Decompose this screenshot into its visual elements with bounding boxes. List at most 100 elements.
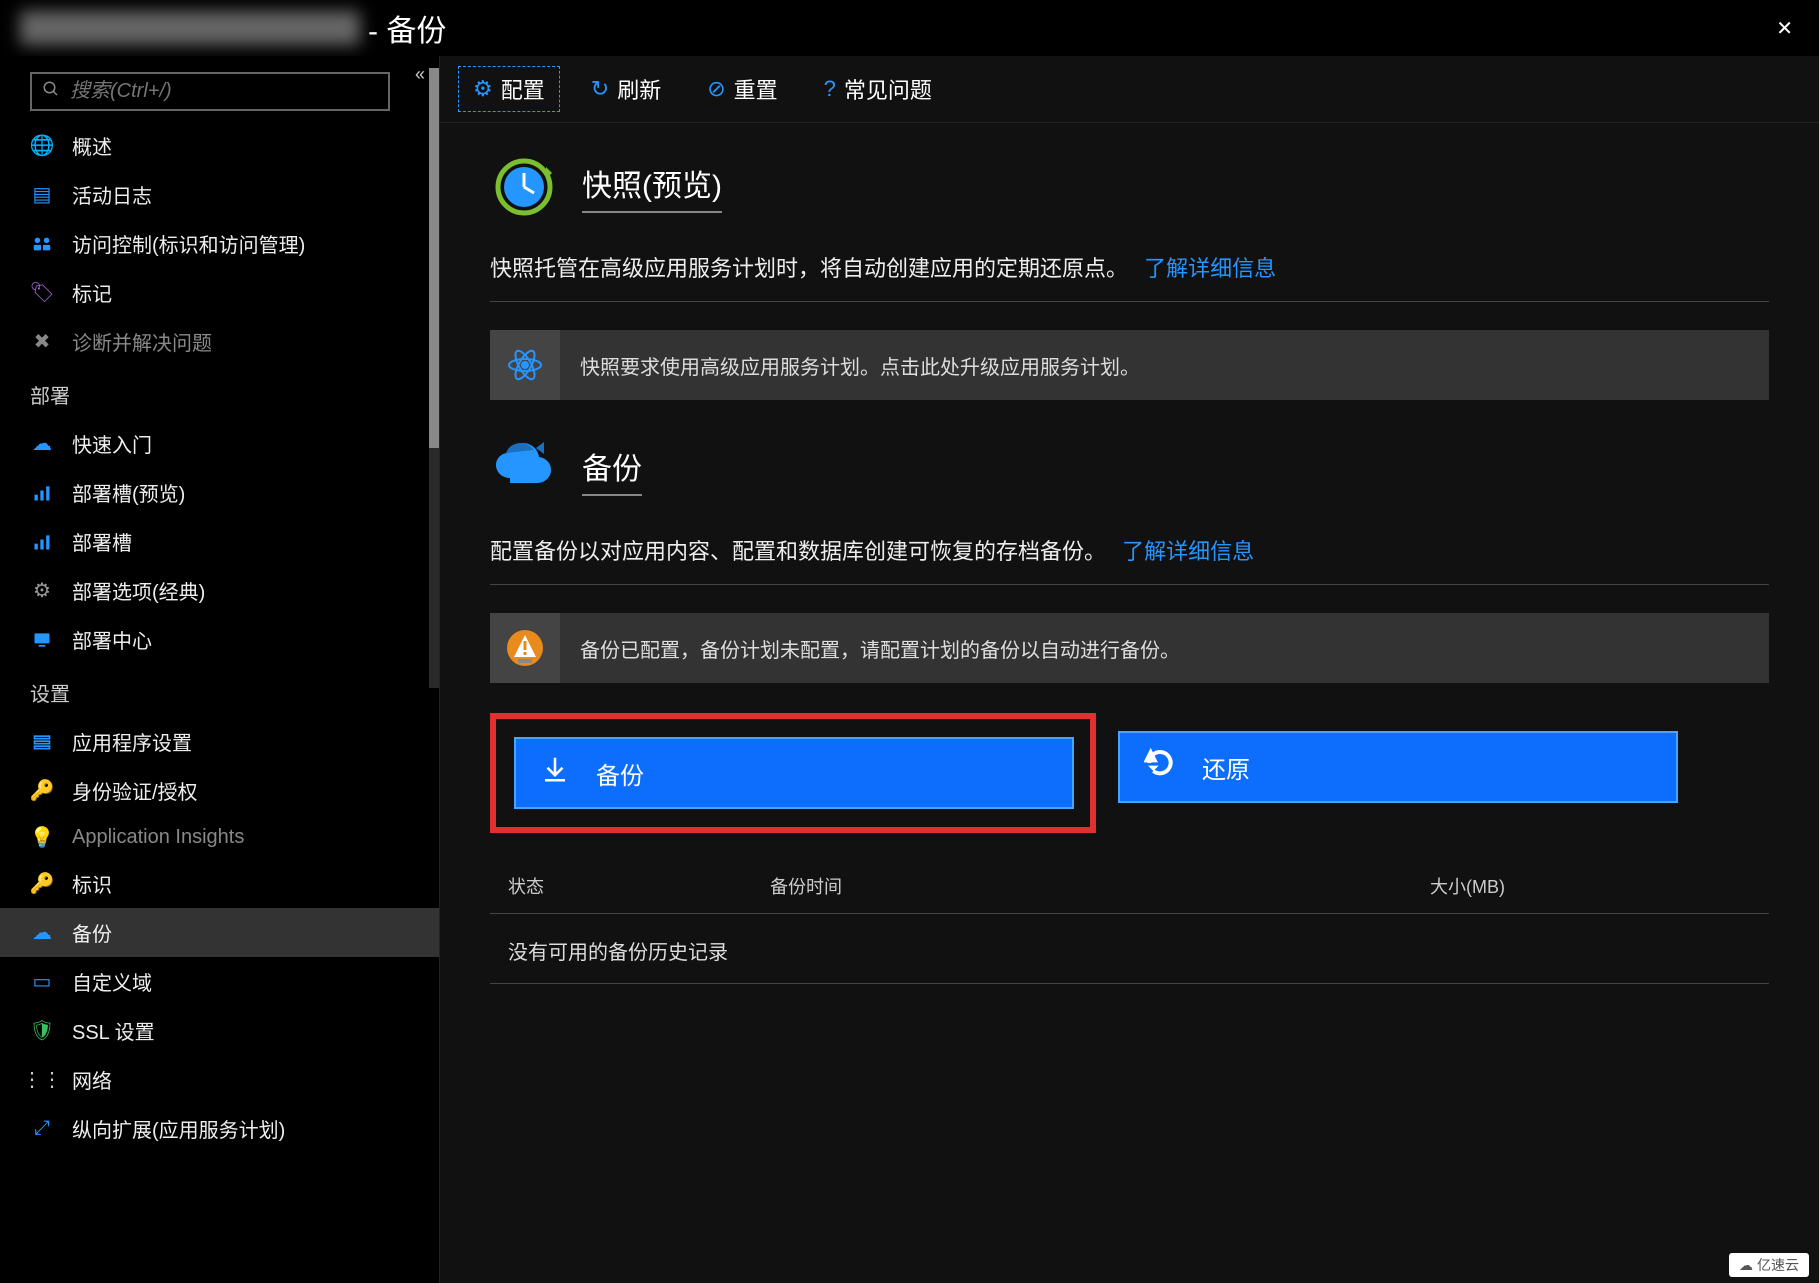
backup-info-box: 备份已配置，备份计划未配置，请配置计划的备份以自动进行备份。 bbox=[490, 613, 1769, 683]
main-content: ⚙ 配置 ↻ 刷新 ⊘ 重置 ? 常见问题 bbox=[440, 56, 1819, 1283]
col-size: 大小(MB) bbox=[1430, 873, 1769, 899]
net-icon: ⋮⋮ bbox=[30, 1068, 54, 1092]
sidebar-item-label: 部署中心 bbox=[72, 625, 409, 654]
backup-table-empty: 没有可用的备份历史记录 bbox=[490, 914, 1769, 984]
sidebar-item-ssl[interactable]: 🛡 SSL 设置 bbox=[0, 1006, 439, 1055]
snapshot-section: 快照(预览) 快照托管在高级应用服务计划时，将自动创建应用的定期还原点。 了解详… bbox=[490, 153, 1769, 400]
sidebar-scroll-thumb[interactable] bbox=[429, 68, 439, 448]
sidebar-item-deployment-center[interactable]: 部署中心 bbox=[0, 615, 439, 664]
sidebar-item-deployment-slots-preview[interactable]: 部署槽(预览) bbox=[0, 468, 439, 517]
search-input[interactable] bbox=[70, 80, 378, 103]
sidebar-item-label: 部署选项(经典) bbox=[72, 576, 409, 605]
backup-section: 备份 配置备份以对应用内容、配置和数据库创建可恢复的存档备份。 了解详细信息 bbox=[490, 436, 1769, 984]
title-suffix: - 备份 bbox=[368, 6, 446, 50]
sidebar-item-label: SSL 设置 bbox=[72, 1016, 409, 1045]
download-icon bbox=[540, 754, 570, 792]
center-icon bbox=[30, 628, 54, 652]
backup-desc: 配置备份以对应用内容、配置和数据库创建可恢复的存档备份。 了解详细信息 bbox=[490, 534, 1769, 585]
close-icon: ✕ bbox=[1776, 18, 1793, 40]
backup-button-highlight: 备份 bbox=[490, 713, 1096, 833]
toolbar-configure-button[interactable]: ⚙ 配置 bbox=[458, 66, 560, 112]
backup-table-header: 状态 备份时间 大小(MB) bbox=[490, 863, 1769, 914]
sidebar-item-deployment-options[interactable]: ⚙ 部署选项(经典) bbox=[0, 566, 439, 615]
snapshot-info-text: 快照要求使用高级应用服务计划。点击此处升级应用服务计划。 bbox=[580, 341, 1140, 390]
appset-icon bbox=[30, 730, 54, 754]
section-deploy-label: 部署 bbox=[0, 366, 439, 419]
warning-icon bbox=[490, 613, 560, 683]
backup-title: 备份 bbox=[582, 444, 642, 496]
sidebar-item-label: 备份 bbox=[72, 918, 409, 947]
atom-icon bbox=[490, 330, 560, 400]
slots-icon bbox=[30, 481, 54, 505]
app-name-redacted bbox=[20, 11, 360, 45]
sidebar-item-iam[interactable]: 访问控制(标识和访问管理) bbox=[0, 219, 439, 268]
sidebar-item-label: 自定义域 bbox=[72, 967, 409, 996]
toolbar-faq-button[interactable]: ? 常见问题 bbox=[809, 66, 947, 112]
snapshot-icon bbox=[490, 153, 558, 221]
gear-icon: ⚙ bbox=[30, 579, 54, 603]
tag-icon: 🏷 bbox=[30, 281, 54, 305]
sidebar-item-label: 部署槽 bbox=[72, 527, 409, 556]
cloud-icon: ☁ bbox=[30, 432, 54, 456]
sidebar-item-label: 纵向扩展(应用服务计划) bbox=[72, 1114, 409, 1143]
snapshot-title: 快照(预览) bbox=[582, 161, 722, 213]
sidebar-item-label: 应用程序设置 bbox=[72, 727, 409, 756]
sidebar-item-overview[interactable]: 🌐 概述 bbox=[0, 121, 439, 170]
col-status: 状态 bbox=[490, 873, 770, 899]
cloud-up-icon: ☁ bbox=[30, 921, 54, 945]
sidebar-item-deployment-slots[interactable]: 部署槽 bbox=[0, 517, 439, 566]
sidebar-item-label: 标记 bbox=[72, 278, 409, 307]
section-settings-label: 设置 bbox=[0, 664, 439, 717]
backup-button-label: 备份 bbox=[596, 756, 644, 791]
backup-learn-more-link[interactable]: 了解详细信息 bbox=[1122, 539, 1254, 564]
search-box[interactable] bbox=[30, 72, 390, 111]
toolbar-label: 重置 bbox=[734, 73, 778, 105]
sidebar-item-app-insights[interactable]: 💡 Application Insights bbox=[0, 815, 439, 859]
sidebar: « 🌐 概述 ▤ 活动日志 bbox=[0, 56, 440, 1283]
sidebar-item-label: 访问控制(标识和访问管理) bbox=[72, 229, 409, 258]
sidebar-item-label: 部署槽(预览) bbox=[72, 478, 409, 507]
snapshot-info-box[interactable]: 快照要求使用高级应用服务计划。点击此处升级应用服务计划。 bbox=[490, 330, 1769, 400]
header-bar: - 备份 ✕ bbox=[0, 0, 1819, 56]
sidebar-item-backup[interactable]: ☁ 备份 bbox=[0, 908, 439, 957]
question-icon: ? bbox=[824, 76, 836, 102]
iam-icon bbox=[30, 232, 54, 256]
sidebar-item-label: 概述 bbox=[72, 131, 409, 160]
restore-button[interactable]: 还原 bbox=[1118, 731, 1678, 803]
sidebar-item-activity-log[interactable]: ▤ 活动日志 bbox=[0, 170, 439, 219]
sidebar-item-network[interactable]: ⋮⋮ 网络 bbox=[0, 1055, 439, 1104]
sidebar-item-app-settings[interactable]: 应用程序设置 bbox=[0, 717, 439, 766]
toolbar-label: 刷新 bbox=[617, 73, 661, 105]
sidebar-scrollbar[interactable] bbox=[429, 68, 439, 688]
restore-icon bbox=[1144, 747, 1176, 787]
collapse-sidebar-button[interactable]: « bbox=[415, 64, 425, 85]
snapshot-learn-more-link[interactable]: 了解详细信息 bbox=[1144, 256, 1276, 281]
reset-icon: ⊘ bbox=[707, 76, 725, 102]
col-time: 备份时间 bbox=[770, 873, 1430, 899]
sidebar-item-custom-domain[interactable]: ▭ 自定义域 bbox=[0, 957, 439, 1006]
slots-icon bbox=[30, 530, 54, 554]
close-button[interactable]: ✕ bbox=[1770, 10, 1799, 47]
toolbar-reset-button[interactable]: ⊘ 重置 bbox=[692, 66, 792, 112]
globe-icon: 🌐 bbox=[30, 134, 54, 158]
scale-icon: ⤢ bbox=[30, 1117, 54, 1141]
backup-button[interactable]: 备份 bbox=[514, 737, 1074, 809]
watermark-text: 亿速云 bbox=[1757, 1255, 1799, 1275]
sidebar-item-quickstart[interactable]: ☁ 快速入门 bbox=[0, 419, 439, 468]
sidebar-item-label: 快速入门 bbox=[72, 429, 409, 458]
sidebar-item-auth[interactable]: 🔑 身份验证/授权 bbox=[0, 766, 439, 815]
toolbar-label: 常见问题 bbox=[844, 73, 932, 105]
backup-info-text: 备份已配置，备份计划未配置，请配置计划的备份以自动进行备份。 bbox=[580, 624, 1180, 673]
sidebar-item-identity[interactable]: 🔑 标识 bbox=[0, 859, 439, 908]
action-row: 备份 还原 bbox=[490, 713, 1769, 833]
cloud-icon: ☁ bbox=[1739, 1257, 1753, 1274]
sidebar-item-diagnose[interactable]: ✖ 诊断并解决问题 bbox=[0, 317, 439, 366]
refresh-icon: ↻ bbox=[591, 76, 609, 102]
restore-button-label: 还原 bbox=[1202, 750, 1250, 785]
domain-icon: ▭ bbox=[30, 970, 54, 994]
search-icon bbox=[42, 80, 60, 103]
toolbar-refresh-button[interactable]: ↻ 刷新 bbox=[576, 66, 676, 112]
sidebar-item-tags[interactable]: 🏷 标记 bbox=[0, 268, 439, 317]
key-icon: 🔑 bbox=[30, 872, 54, 896]
sidebar-item-scale-up[interactable]: ⤢ 纵向扩展(应用服务计划) bbox=[0, 1104, 439, 1153]
